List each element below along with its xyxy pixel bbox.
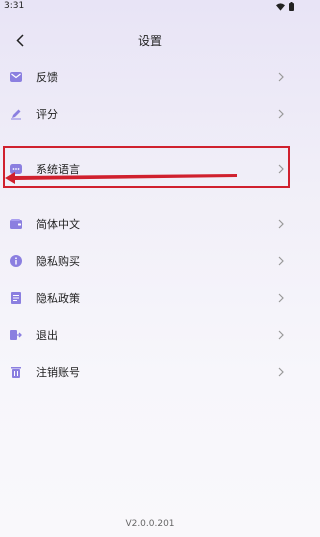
chevron-right-icon	[276, 108, 286, 120]
menu-item-label: 隐私购买	[36, 254, 80, 268]
chevron-right-icon	[276, 71, 286, 83]
menu-item-label: 隐私政策	[36, 291, 80, 305]
menu-item-feedback[interactable]: 反馈	[0, 58, 300, 95]
status-bar: 3:31	[0, 0, 300, 14]
wifi-icon	[276, 2, 285, 11]
battery-icon	[289, 2, 294, 11]
chevron-right-icon	[276, 163, 286, 175]
chevron-right-icon	[276, 218, 286, 230]
menu-item-rating[interactable]: 评分	[0, 95, 300, 132]
menu-item-label: 注销账号	[36, 365, 80, 379]
logout-icon	[10, 329, 22, 341]
menu-item-label: 评分	[36, 107, 58, 121]
chevron-right-icon	[276, 255, 286, 267]
menu-item-logout[interactable]: 退出	[0, 316, 300, 353]
info-icon	[10, 254, 22, 267]
chevron-right-icon	[276, 366, 286, 378]
trash-icon	[10, 366, 22, 378]
menu-item-privacy-purchase[interactable]: 隐私购买	[0, 242, 300, 279]
menu-item-system-language[interactable]: 系统语言	[0, 150, 300, 187]
menu-item-simplified-chinese[interactable]: 简体中文	[0, 205, 300, 242]
status-icons	[276, 2, 294, 11]
header: 设置	[0, 28, 300, 56]
page-title: 设置	[137, 34, 162, 48]
pencil-icon	[10, 108, 22, 120]
chevron-right-icon	[276, 329, 286, 341]
app-version: V2.0.0.201	[125, 519, 175, 529]
status-time: 3:31	[4, 1, 25, 11]
menu-item-label: 简体中文	[36, 217, 80, 231]
document-icon	[10, 291, 22, 304]
chat-dots-icon	[10, 163, 22, 175]
wallet-icon	[10, 218, 22, 230]
settings-menu: 反馈 评分 系统语言 简体中文 隐私购买 隐私政策 退出 注销账号	[0, 58, 300, 390]
chevron-right-icon	[276, 292, 286, 304]
menu-item-delete-account[interactable]: 注销账号	[0, 353, 300, 390]
menu-item-label: 反馈	[36, 70, 58, 84]
menu-item-label: 退出	[36, 328, 58, 342]
menu-item-privacy-policy[interactable]: 隐私政策	[0, 279, 300, 316]
mail-icon	[10, 71, 22, 83]
menu-item-label: 系统语言	[36, 162, 80, 176]
